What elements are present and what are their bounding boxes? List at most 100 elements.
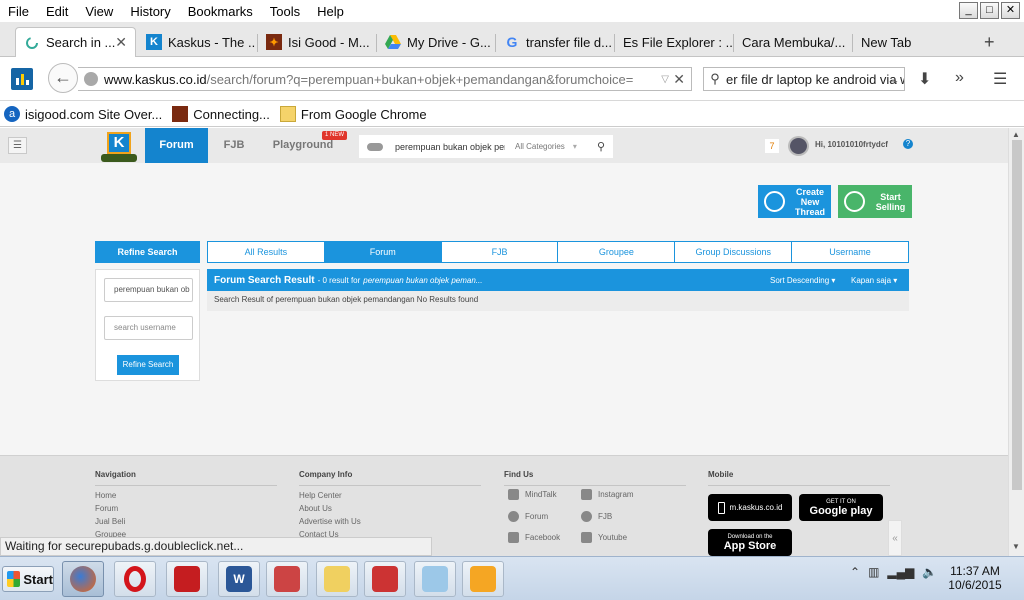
footer-link[interactable]: Advertise with Us [299,517,481,530]
kaskus-search-query[interactable]: perempuan bukan objek peman [395,142,505,152]
bookmark-connecting[interactable]: Connecting... [172,106,270,122]
start-button[interactable]: Start [2,566,54,592]
nav-forum[interactable]: Forum [145,128,208,163]
opera-icon [124,566,146,592]
taskbar-opera[interactable] [114,561,156,597]
social-mindtalk[interactable]: MindTalk [508,489,557,500]
tab-cara[interactable]: Cara Membuka/... [734,27,852,57]
refine-search-button[interactable]: Refine Search [117,355,179,375]
menu-view[interactable]: View [77,4,122,19]
tab-esfile[interactable]: Es File Explorer : ... [615,27,733,57]
social-fjb-twitter[interactable]: FJB [581,511,612,522]
youtube-icon [581,532,592,543]
collapse-panel-icon[interactable]: « [888,520,902,556]
social-facebook[interactable]: Facebook [508,532,560,543]
signal-icon[interactable]: ▂▄▆ [887,565,914,579]
footer-company: Company Info Help Center About Us Advert… [299,470,481,543]
footer-link[interactable]: Jual Beli [95,517,277,530]
username-search-input[interactable]: search username [104,316,193,340]
category-select[interactable]: All Categories [515,142,565,151]
vertical-scrollbar[interactable]: ▲ ▼ [1008,128,1024,556]
taskbar-book[interactable] [364,561,406,597]
start-selling-button[interactable]: Start Selling [838,185,912,218]
social-forum-twitter[interactable]: Forum [508,511,548,522]
footer-link[interactable]: Home [95,491,277,504]
show-hidden-icon[interactable]: ⌃ [850,565,860,579]
user-greeting[interactable]: Hi, 10101010frtydcf [815,140,888,149]
kaskus-search[interactable]: perempuan bukan objek peman All Categori… [359,135,613,158]
menu-help[interactable]: Help [309,4,353,19]
footer-link[interactable]: Forum [95,504,277,517]
tab-forum[interactable]: Forum [324,242,442,262]
menu-edit[interactable]: Edit [38,4,77,19]
close-tab-icon[interactable]: ✕ [115,34,127,51]
close-window-button[interactable]: ✕ [1001,2,1020,19]
tab-fjb[interactable]: FJB [442,242,559,262]
social-instagram[interactable]: Instagram [581,489,634,500]
menu-tools[interactable]: Tools [262,4,309,19]
tab-all-results[interactable]: All Results [208,242,325,262]
taskbar-explorer[interactable] [316,561,358,597]
google-play-badge[interactable]: GET IT ON Google play [799,494,883,521]
create-thread-button[interactable]: Create New Thread [758,185,831,218]
footer-link[interactable]: Help Center [299,491,481,504]
menu-file[interactable]: File [0,4,38,19]
overflow-chevron-icon[interactable]: » [955,69,964,87]
scroll-thumb[interactable] [1012,140,1022,490]
mobile-site-badge[interactable]: m.kaskus.co.id [708,494,792,521]
stats-addon-icon[interactable] [11,68,33,90]
clock[interactable]: 11:37 AM 10/6/2015 [940,564,1010,592]
kaskus-logo[interactable]: K [99,130,141,163]
bookmark-folder-chrome[interactable]: From Google Chrome [279,106,427,122]
help-icon[interactable]: ? [903,139,913,149]
taskbar-firefox[interactable] [62,561,104,597]
refine-search-panel: perempuan bukan ob search username Refin… [95,269,200,381]
tab-username[interactable]: Username [792,242,908,262]
result-summary: - 0 result for [317,275,361,285]
minimize-button[interactable]: _ [959,2,978,19]
restore-button[interactable]: □ [980,2,999,19]
notification-count[interactable]: 7 [765,139,779,153]
menu-history[interactable]: History [122,4,179,19]
taskbar-acrobat[interactable] [166,561,208,597]
tab-strip: Search in ... ✕ K Kaskus - The ... ✦ Isi… [0,22,1024,57]
back-button[interactable]: ← [48,63,78,93]
volume-icon[interactable]: 🔈 [922,565,937,579]
new-tab-button[interactable]: + [976,27,1006,57]
sort-dropdown[interactable]: Sort Descending ▾ [770,276,835,285]
download-icon[interactable]: ⬇ [918,69,931,89]
stop-icon[interactable]: ✕ [673,71,685,88]
taskbar-word[interactable]: W [218,561,260,597]
bookmark-isigood[interactable]: a isigood.com Site Over... [4,106,162,122]
refine-query-input[interactable]: perempuan bukan ob [104,278,193,302]
tab-newtab[interactable]: New Tab [853,27,963,57]
search-input[interactable]: ⚲ er file dr laptop ke android via w → [703,67,905,91]
tab-groupee[interactable]: Groupee [558,242,676,262]
hamburger-icon[interactable]: ☰ [8,137,27,154]
tab-isigood[interactable]: ✦ Isi Good - M... [258,27,376,57]
nav-fjb[interactable]: FJB [218,128,250,163]
go-arrow-icon[interactable]: → [887,72,900,87]
scroll-down-icon[interactable]: ▼ [1012,542,1020,551]
social-youtube[interactable]: Youtube [581,532,627,543]
tab-transfer[interactable]: G transfer file d... [496,27,614,57]
menu-hamburger-icon[interactable]: ☰ [993,69,1007,89]
tab-kaskus[interactable]: K Kaskus - The ... [138,27,256,57]
menu-bookmarks[interactable]: Bookmarks [180,4,262,19]
app-store-badge[interactable]: Download on the App Store [708,529,792,556]
url-bar[interactable]: www.kaskus.co.id/search/forum?q=perempua… [78,67,692,91]
taskbar-media[interactable] [266,561,308,597]
tab-drive[interactable]: My Drive - G... [377,27,495,57]
status-bar: Waiting for securepubads.g.doubleclick.n… [0,537,432,556]
tab-group-discussions[interactable]: Group Discussions [675,242,793,262]
taskbar-notepad[interactable] [414,561,456,597]
footer-link[interactable]: About Us [299,504,481,517]
scroll-up-icon[interactable]: ▲ [1012,130,1020,139]
time-filter-dropdown[interactable]: Kapan saja ▾ [851,276,897,285]
dropdown-icon[interactable]: ▽ [661,74,669,85]
taskbar-winamp[interactable] [462,561,504,597]
search-icon[interactable]: ⚲ [597,140,605,153]
tab-search[interactable]: Search in ... ✕ [15,27,136,57]
network-icon[interactable]: ▥ [868,565,879,579]
avatar[interactable] [788,136,809,156]
